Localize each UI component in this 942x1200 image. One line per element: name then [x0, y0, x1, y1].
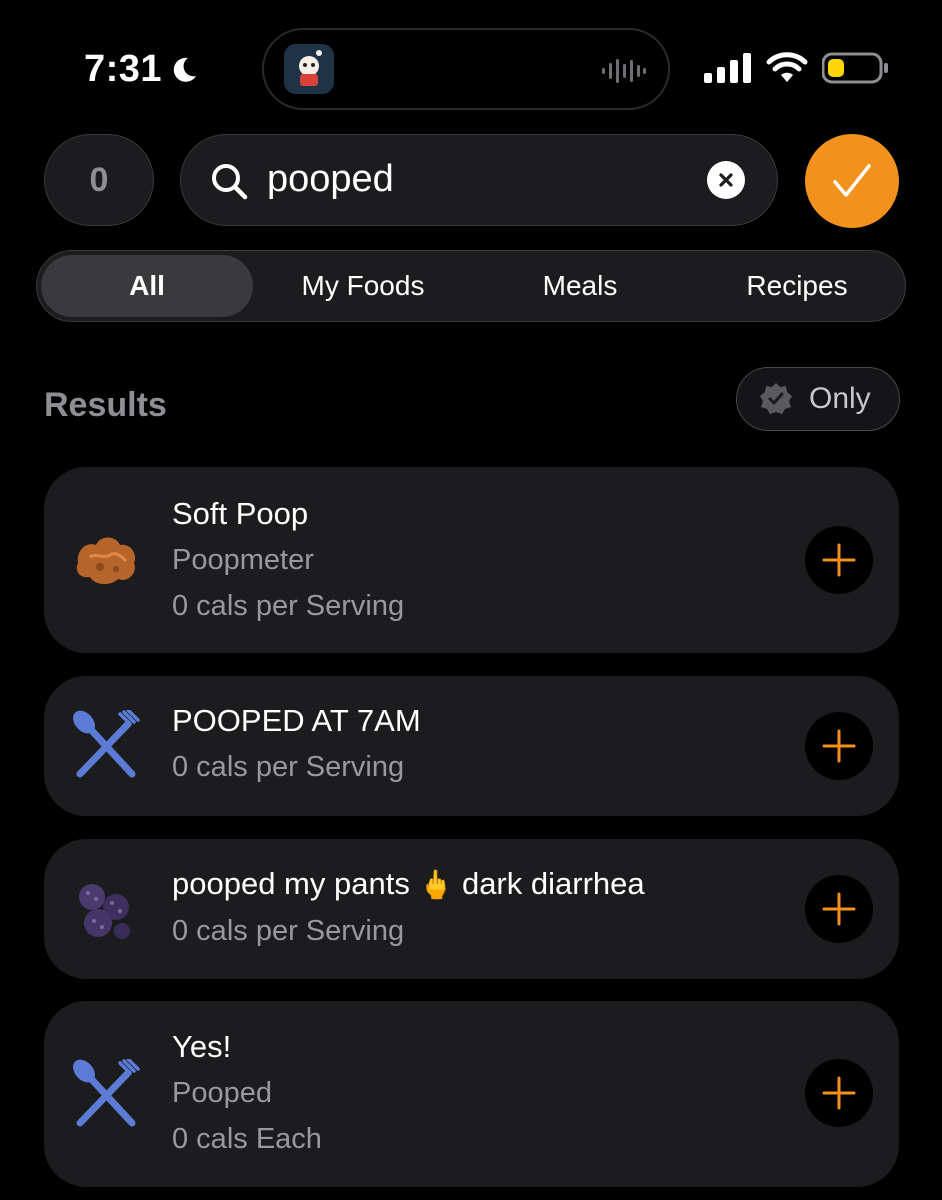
- search-bar[interactable]: pooped: [180, 134, 778, 226]
- add-food-button[interactable]: [805, 526, 873, 594]
- status-time: 7:31: [84, 48, 200, 91]
- utensils-icon: [73, 1059, 140, 1127]
- search-icon: [212, 164, 248, 200]
- result-calories: 0 cals per Serving: [172, 915, 405, 947]
- wifi-icon: [766, 52, 808, 82]
- poop-food-icon: [76, 537, 136, 585]
- result-card[interactable]: Soft Poop Poopmeter 0 cals per Serving: [44, 467, 899, 653]
- tab-all[interactable]: All: [41, 255, 253, 317]
- app-activity-icon: [284, 44, 334, 94]
- result-calories: 0 cals Each: [172, 1123, 322, 1155]
- result-title: Yes!: [172, 1029, 232, 1064]
- selected-count-value: 0: [89, 160, 109, 199]
- moon-icon: [173, 57, 197, 82]
- close-icon: [719, 173, 733, 187]
- status-time-text: 7:31: [84, 48, 163, 90]
- result-title-part: dark diarrhea: [461, 866, 645, 901]
- berries-icon: [79, 884, 130, 939]
- verified-only-toggle[interactable]: Only: [736, 367, 900, 431]
- result-brand: Pooped: [172, 1077, 272, 1109]
- tab-all-label: All: [129, 270, 165, 301]
- result-brand: Poopmeter: [172, 544, 314, 576]
- search-input[interactable]: pooped: [267, 158, 394, 201]
- utensils-icon: [73, 710, 140, 778]
- plus-icon: [822, 1076, 856, 1110]
- dynamic-island[interactable]: [262, 28, 670, 110]
- plus-icon: [822, 729, 856, 763]
- add-food-button[interactable]: [805, 875, 873, 943]
- cellular-signal-icon: [704, 53, 751, 83]
- add-food-button[interactable]: [805, 1059, 873, 1127]
- filter-tabs: All My Foods Meals Recipes: [36, 250, 906, 322]
- result-calories: 0 cals per Serving: [172, 751, 405, 783]
- results-heading: Results: [44, 386, 167, 424]
- tab-recipes-label: Recipes: [746, 270, 848, 301]
- result-title: POOPED AT 7AM: [172, 703, 421, 738]
- result-card[interactable]: POOPED AT 7AM 0 cals per Serving: [44, 676, 899, 816]
- result-card[interactable]: Yes! Pooped 0 cals Each: [44, 1001, 899, 1187]
- result-title-part: pooped my pants: [172, 866, 410, 901]
- status-icons: [704, 52, 888, 84]
- tab-meals[interactable]: Meals: [474, 255, 686, 317]
- middle-finger-emoji: 🖕: [418, 868, 454, 901]
- tab-my-foods-label: My Foods: [301, 270, 425, 301]
- result-title: Soft Poop: [172, 496, 309, 531]
- result-text: Soft Poop Poopmeter 0 cals per Serving: [172, 491, 404, 629]
- food-search-screen: 7:31 0 pooped All My Foods Meals Recipes…: [0, 0, 942, 1200]
- only-label: Only: [809, 382, 871, 415]
- result-calories: 0 cals per Serving: [172, 590, 405, 622]
- checkmark-icon: [833, 164, 871, 197]
- plus-icon: [822, 543, 856, 577]
- tab-recipes[interactable]: Recipes: [691, 255, 903, 317]
- plus-icon: [822, 892, 856, 926]
- result-title: pooped my pants 🖕 dark diarrhea: [172, 861, 645, 908]
- selected-count-button[interactable]: 0: [44, 134, 154, 226]
- verified-badge-icon: [760, 383, 792, 414]
- tab-meals-label: Meals: [542, 270, 618, 301]
- result-text: pooped my pants 🖕 dark diarrhea 0 cals p…: [172, 861, 645, 954]
- result-text: Yes! Pooped 0 cals Each: [172, 1024, 322, 1162]
- battery-low-icon: [822, 52, 888, 84]
- add-food-button[interactable]: [805, 712, 873, 780]
- confirm-button[interactable]: [805, 134, 899, 228]
- result-text: POOPED AT 7AM 0 cals per Serving: [172, 698, 421, 790]
- audio-wave-icon: [602, 59, 646, 83]
- tab-my-foods[interactable]: My Foods: [257, 255, 469, 317]
- clear-search-button[interactable]: [707, 161, 745, 199]
- result-card[interactable]: pooped my pants 🖕 dark diarrhea 0 cals p…: [44, 839, 899, 979]
